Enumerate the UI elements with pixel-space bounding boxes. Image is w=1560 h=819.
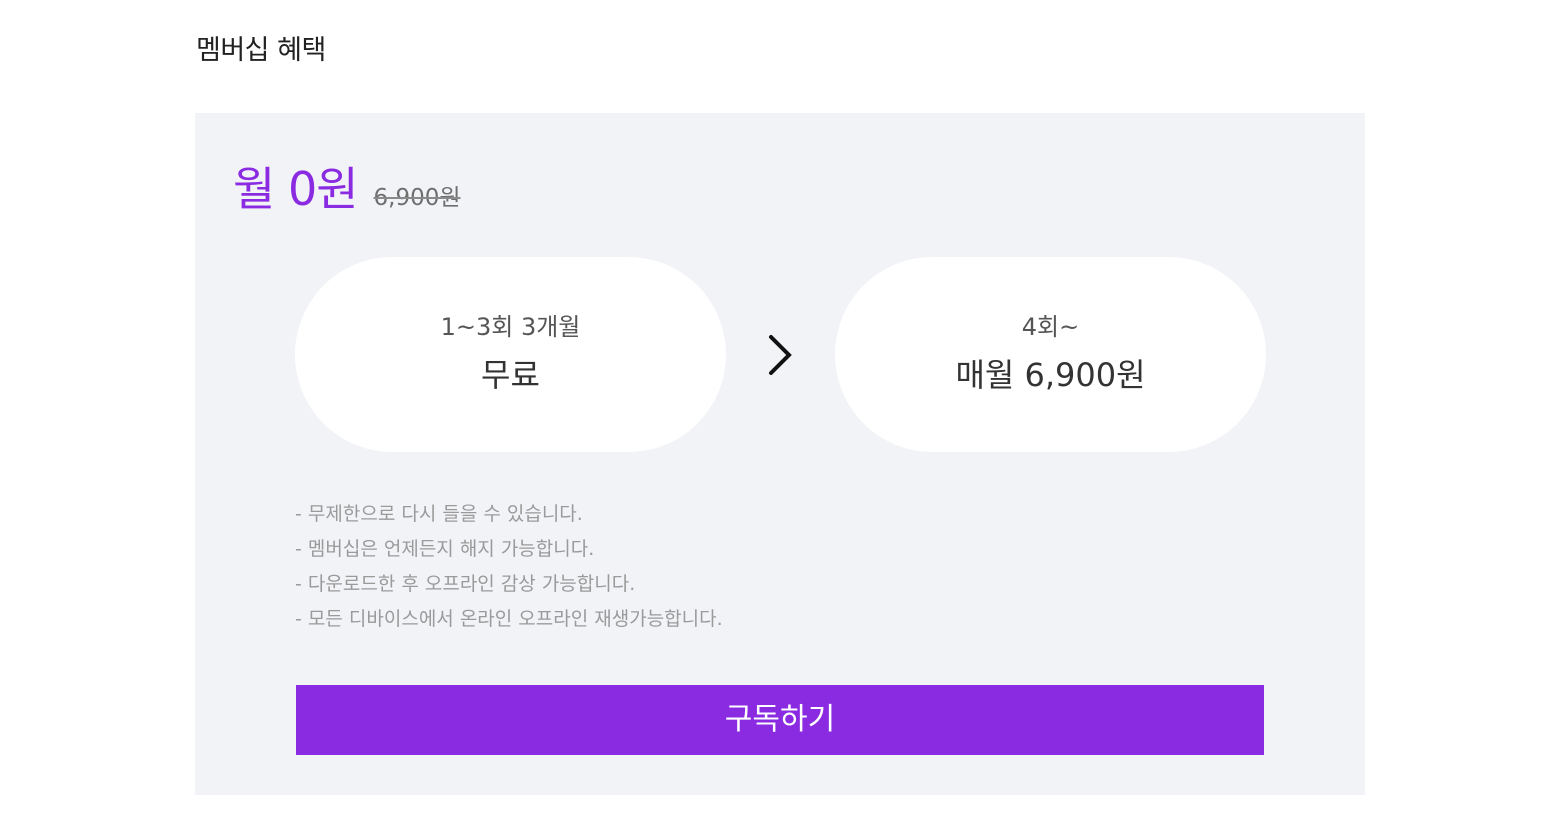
plan-label: 매월 6,900원 [955, 356, 1146, 394]
plan-subtitle: 1~3회 3개월 [440, 313, 581, 341]
plan-free-period: 1~3회 3개월 무료 [295, 257, 726, 452]
benefits-list: - 무제한으로 다시 들을 수 있습니다. - 멤버십은 언제든지 해지 가능합… [295, 503, 723, 643]
plan-paid-period: 4회~ 매월 6,900원 [835, 257, 1266, 452]
benefit-item: - 모든 디바이스에서 온라인 오프라인 재생가능합니다. [295, 608, 723, 630]
chevron-right-icon [764, 333, 800, 377]
original-price: 6,900원 [373, 185, 461, 211]
subscribe-button[interactable]: 구독하기 [296, 685, 1264, 755]
section-title: 멤버십 혜택 [196, 35, 326, 66]
benefit-item: - 다운로드한 후 오프라인 감상 가능합니다. [295, 573, 636, 595]
plan-subtitle: 4회~ [1021, 313, 1080, 341]
membership-card: 월 0원 6,900원 1~3회 3개월 무료 4회~ 매월 6,900원 - … [195, 113, 1365, 795]
benefit-item: - 멤버십은 언제든지 해지 가능합니다. [295, 538, 595, 560]
price-row: 월 0원 6,900원 [233, 153, 461, 219]
benefit-item: - 무제한으로 다시 들을 수 있습니다. [295, 503, 583, 525]
plan-label: 무료 [481, 356, 540, 394]
current-price: 월 0원 [233, 162, 359, 216]
